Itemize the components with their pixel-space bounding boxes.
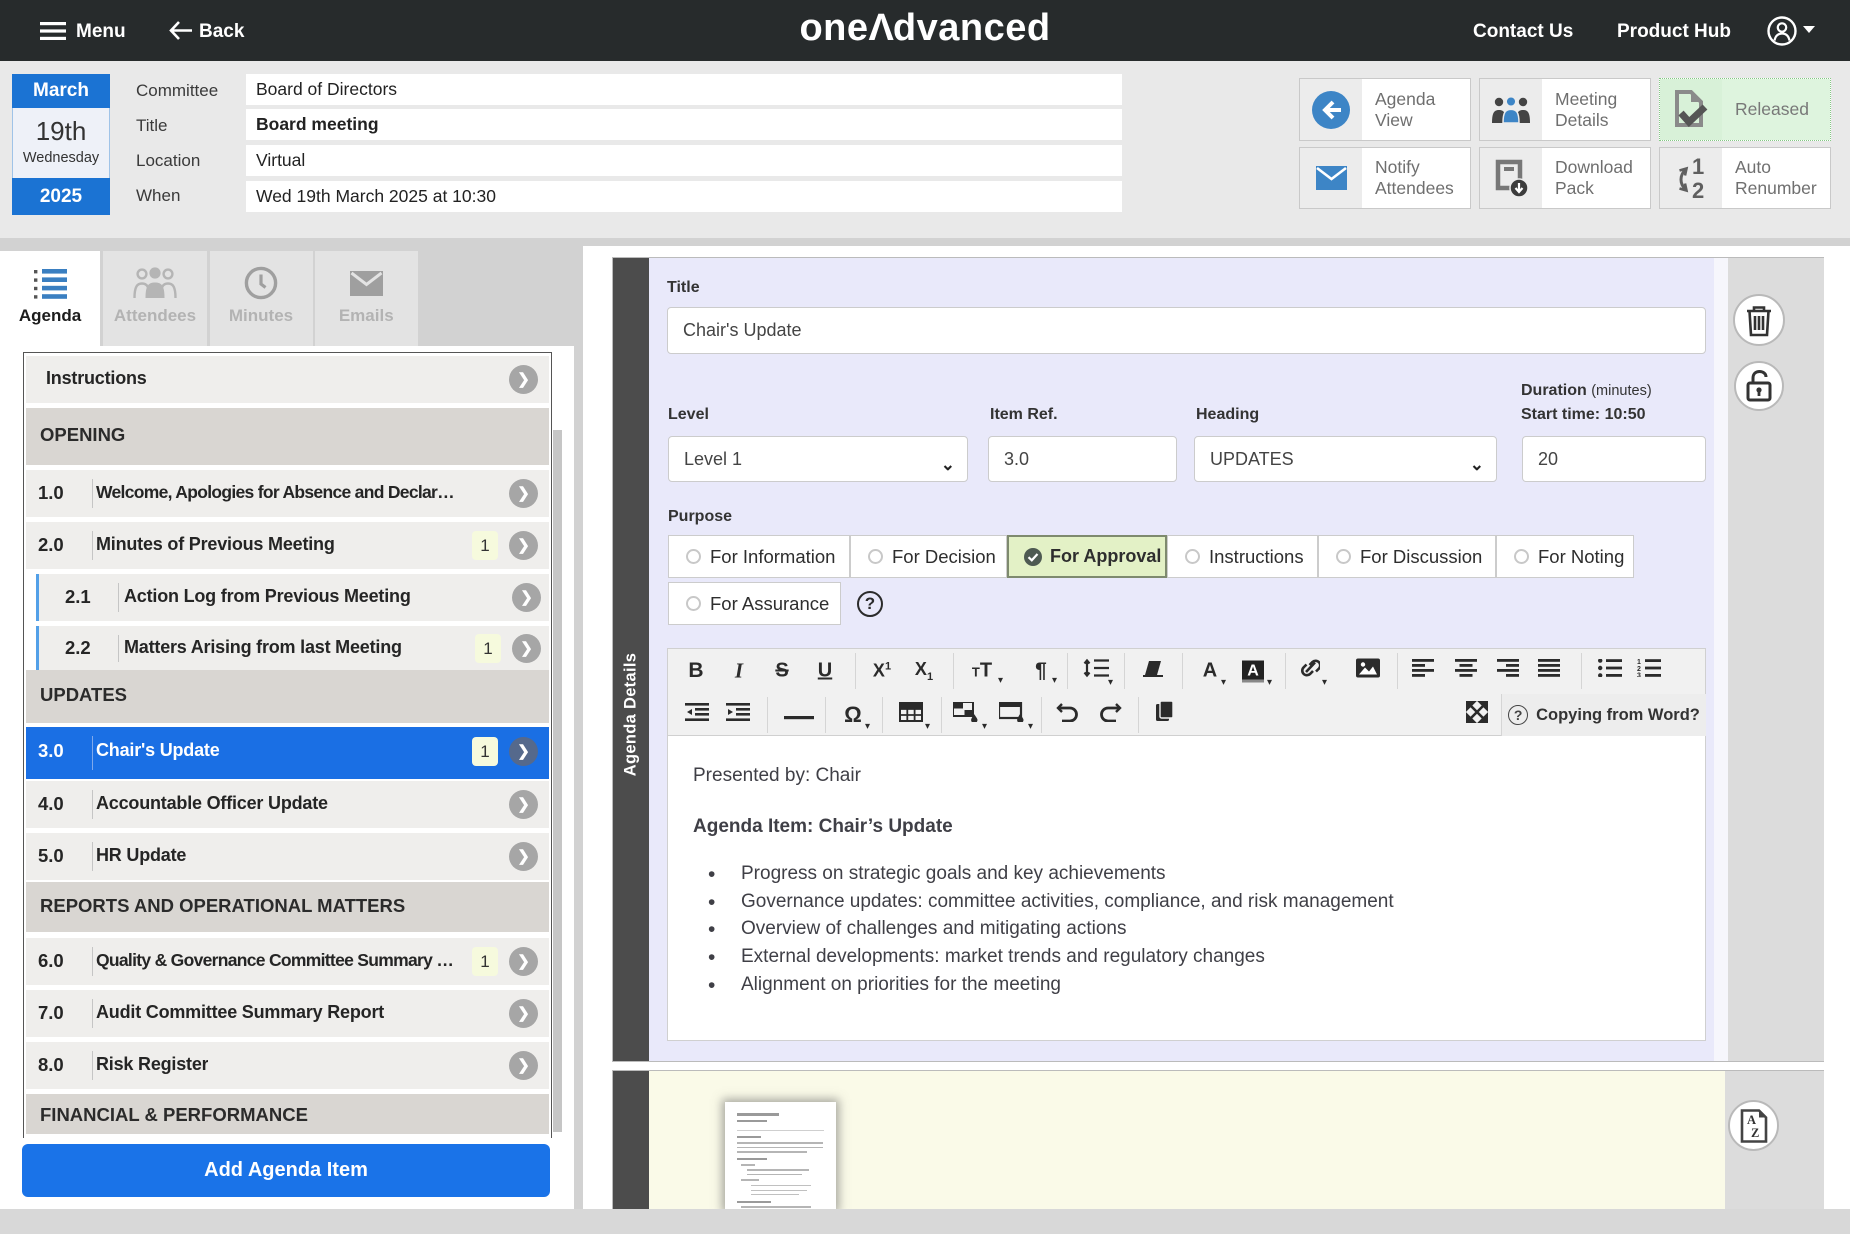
svg-text:A: A (1747, 1113, 1756, 1127)
svg-text:Z: Z (1751, 1126, 1759, 1140)
svg-text:2: 2 (1692, 178, 1704, 200)
svg-text:3: 3 (1637, 673, 1641, 678)
svg-text:1: 1 (1692, 156, 1704, 179)
svg-text:1: 1 (1637, 659, 1641, 666)
